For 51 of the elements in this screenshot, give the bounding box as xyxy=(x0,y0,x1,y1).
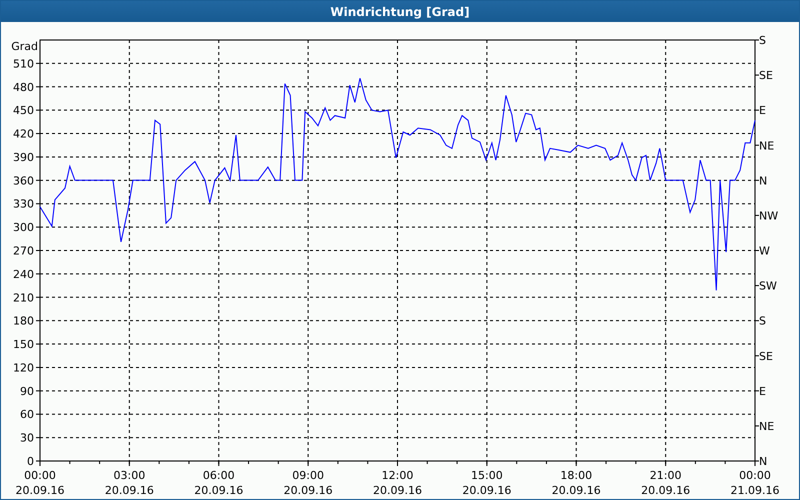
window-title: Windrichtung [Grad] xyxy=(1,1,799,22)
direction-label: E xyxy=(759,384,766,398)
y-tick-label: 480 xyxy=(13,80,34,94)
y-tick-label: 90 xyxy=(20,384,34,398)
y-tick-label: 240 xyxy=(13,268,34,281)
x-tick-time: 06:00 xyxy=(202,469,235,482)
x-tick-time: 18:00 xyxy=(560,469,592,482)
y-tick-label: 180 xyxy=(13,314,34,328)
x-tick-date: 20.09.16 xyxy=(194,484,244,497)
y-tick-label: 150 xyxy=(13,338,34,352)
direction-label: NE xyxy=(759,420,774,433)
y-axis-title: Grad xyxy=(11,40,38,53)
x-tick-time: 00:00 xyxy=(24,469,56,482)
y-tick-label: 0 xyxy=(27,455,34,468)
y-tick-label: 270 xyxy=(13,244,34,258)
x-tick-date: 20.09.16 xyxy=(462,484,512,497)
x-tick-date: 20.09.16 xyxy=(373,484,422,497)
x-tick-time: 09:00 xyxy=(292,469,324,482)
y-tick-label: 60 xyxy=(20,408,34,422)
direction-label: NW xyxy=(759,209,778,222)
direction-label: S xyxy=(759,34,766,47)
x-tick-time: 03:00 xyxy=(114,469,146,482)
direction-label: W xyxy=(759,244,770,258)
direction-label: SE xyxy=(759,350,773,363)
x-tick-date: 20.09.16 xyxy=(16,484,64,497)
y-tick-label: 360 xyxy=(13,174,34,188)
direction-label: E xyxy=(759,104,766,118)
y-tick-label: 390 xyxy=(13,150,34,164)
y-tick-label: 300 xyxy=(13,221,34,234)
x-tick-time: 21:00 xyxy=(650,469,682,482)
y-tick-label: 210 xyxy=(13,291,34,304)
direction-label: SW xyxy=(759,280,777,293)
direction-label: SE xyxy=(759,69,773,82)
direction-label: S xyxy=(759,314,766,328)
direction-label: NE xyxy=(759,139,774,152)
y-tick-label: 450 xyxy=(13,104,34,118)
x-tick-date: 21.09.16 xyxy=(730,484,780,497)
x-tick-date: 20.09.16 xyxy=(641,484,690,497)
x-tick-date: 20.09.16 xyxy=(552,484,601,497)
direction-label: N xyxy=(759,174,768,188)
x-tick-time: 00:00 xyxy=(739,469,771,482)
x-tick-time: 15:00 xyxy=(471,469,503,482)
x-tick-time: 12:00 xyxy=(382,469,414,482)
y-tick-label: 510 xyxy=(13,57,34,70)
y-tick-label: 30 xyxy=(20,432,34,445)
y-tick-label: 330 xyxy=(13,198,34,211)
x-tick-date: 20.09.16 xyxy=(284,484,333,497)
direction-label: N xyxy=(759,455,768,468)
x-tick-date: 20.09.16 xyxy=(104,484,154,497)
y-tick-label: 420 xyxy=(13,128,34,141)
y-tick-label: 120 xyxy=(13,361,34,374)
